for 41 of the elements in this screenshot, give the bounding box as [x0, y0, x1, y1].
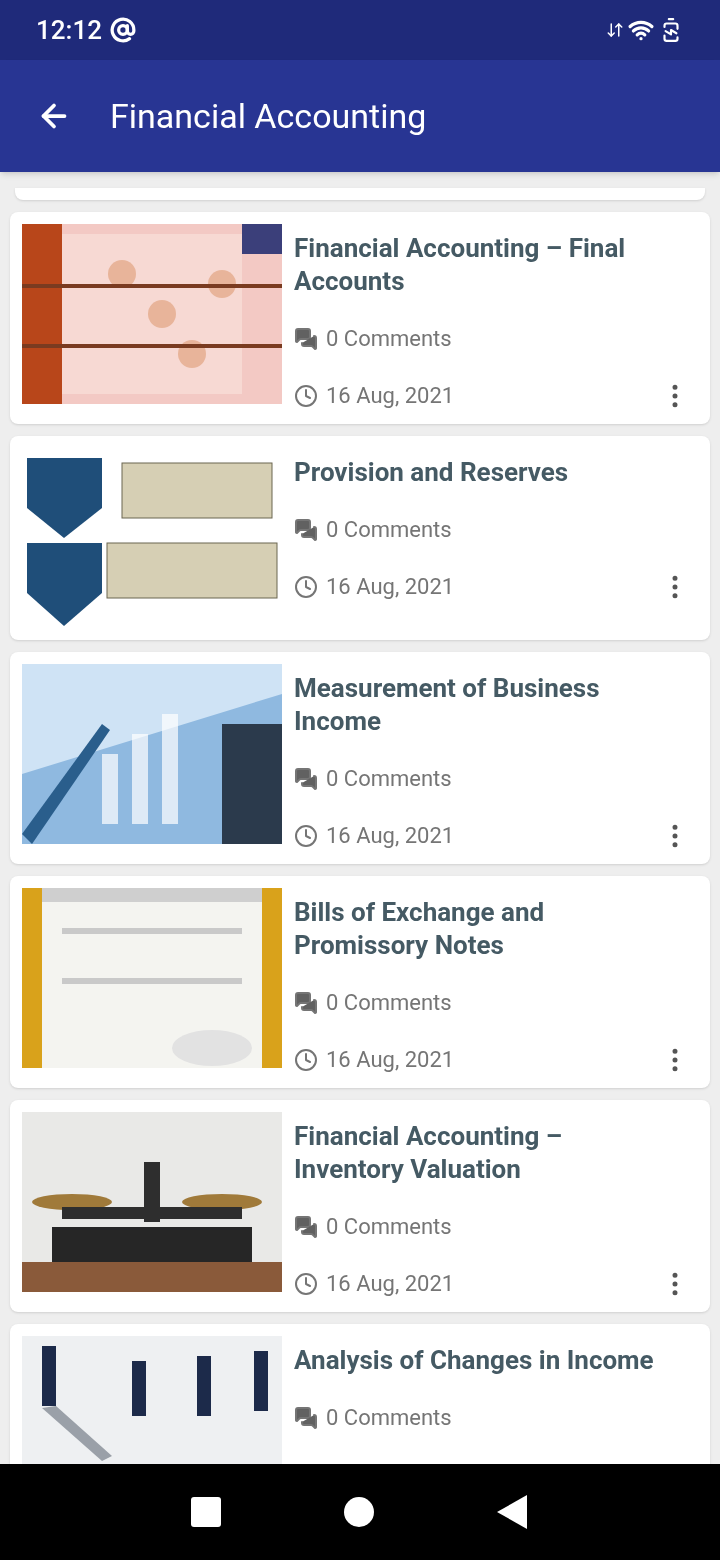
post-card[interactable]: Bills of Exchange and Promissory Notes 0 Comments 16 Aug, 2021: [10, 876, 710, 1088]
post-title[interactable]: Provision and Reserves: [294, 448, 690, 489]
post-card[interactable]: Provision and Reserves 0 Comments 16 Aug, 2021: [10, 436, 710, 640]
page-title: Financial Accounting: [110, 94, 427, 138]
post-card[interactable]: Financial Accounting – Final Accounts 0 Comments 16 Aug, 2021: [10, 212, 710, 424]
clock-icon: [294, 574, 318, 599]
comments-icon: [294, 766, 318, 791]
post-title[interactable]: Analysis of Changes in Income: [294, 1336, 690, 1377]
post-title[interactable]: Bills of Exchange and Promissory Notes: [294, 888, 690, 962]
post-date: 16 Aug, 2021: [326, 1046, 456, 1074]
post-title[interactable]: Measurement of Business Income: [294, 664, 690, 738]
home-button[interactable]: [344, 1497, 374, 1527]
post-card[interactable]: Measurement of Business Income 0 Comments 16 Aug, 2021: [10, 652, 710, 864]
clock-icon: [294, 823, 318, 848]
comments-icon: [294, 326, 318, 351]
post-title[interactable]: Financial Accounting – Final Accounts: [294, 224, 690, 298]
post-title[interactable]: Financial Accounting – Inventory Valuation: [294, 1112, 690, 1186]
clock-icon: [294, 1271, 318, 1296]
recents-button[interactable]: [191, 1497, 222, 1527]
at-sign-icon: [109, 17, 136, 43]
post-date: 16 Aug, 2021: [326, 382, 456, 410]
post-date: 16 Aug, 2021: [326, 822, 456, 850]
comment-count: 0 Comments: [326, 989, 452, 1017]
comments-icon: [294, 1214, 318, 1239]
post-card[interactable]: Analysis of Changes in Income 0 Comments: [10, 1324, 710, 1464]
data-arrows-icon: [606, 21, 624, 39]
comment-count: 0 Comments: [326, 765, 452, 793]
comments-icon: [294, 517, 318, 542]
comments-icon: [294, 1405, 318, 1430]
clock-icon: [294, 1047, 318, 1072]
status-time: 12:12: [36, 13, 102, 47]
comment-count: 0 Comments: [326, 1404, 452, 1432]
comments-icon: [294, 990, 318, 1015]
post-date: 16 Aug, 2021: [326, 1270, 456, 1298]
back-nav-icon[interactable]: [496, 1495, 529, 1529]
comment-count: 0 Comments: [326, 1213, 452, 1241]
post-date: 16 Aug, 2021: [326, 573, 456, 601]
clock-icon: [294, 383, 318, 408]
comment-count: 0 Comments: [326, 325, 452, 353]
post-card[interactable]: Financial Accounting – Inventory Valuation 0 Comments 16 Aug, 2021: [10, 1100, 710, 1312]
comment-count: 0 Comments: [326, 516, 452, 544]
